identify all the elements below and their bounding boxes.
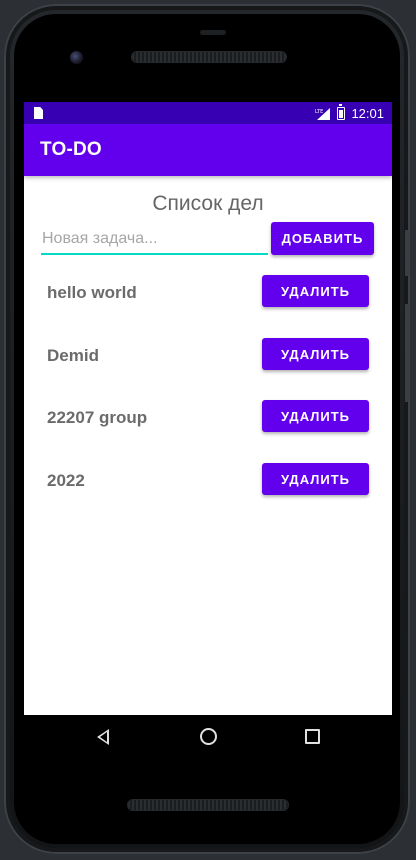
new-task-input[interactable] xyxy=(41,225,268,255)
status-bar: LTE 12:01 xyxy=(24,102,392,124)
status-icons: LTE 12:01 xyxy=(315,102,384,124)
delete-task-button[interactable]: УДАЛИТЬ xyxy=(262,338,369,370)
task-row: hello world УДАЛИТЬ xyxy=(24,275,392,315)
home-icon[interactable] xyxy=(200,728,217,745)
app-screen: LTE 12:01 TO-DO Список дел ДОБАВИТЬ hell… xyxy=(24,102,392,715)
lte-signal-icon: LTE xyxy=(315,106,331,120)
app-title: TO-DO xyxy=(40,139,102,160)
battery-icon xyxy=(337,103,346,120)
earpiece-slot xyxy=(200,30,226,35)
task-text: 22207 group xyxy=(47,408,148,427)
sim-card-icon xyxy=(34,107,43,119)
delete-task-button[interactable]: УДАЛИТЬ xyxy=(262,400,369,432)
power-button[interactable] xyxy=(405,230,410,276)
volume-rocker[interactable] xyxy=(405,304,410,402)
back-icon[interactable] xyxy=(97,729,109,745)
task-row: 22207 group УДАЛИТЬ xyxy=(24,400,392,440)
task-text: Demid xyxy=(47,346,99,365)
task-text: 2022 xyxy=(47,471,85,490)
task-text: hello world xyxy=(47,283,137,302)
recents-icon[interactable] xyxy=(305,729,320,744)
app-bar: TO-DO xyxy=(24,124,392,176)
task-row: 2022 УДАЛИТЬ xyxy=(24,463,392,503)
top-speaker-grille xyxy=(132,52,286,62)
bottom-speaker-grille xyxy=(128,800,288,810)
page-title: Список дел xyxy=(152,192,264,215)
navigation-bar xyxy=(24,715,392,760)
delete-task-button[interactable]: УДАЛИТЬ xyxy=(262,275,369,307)
clock: 12:01 xyxy=(351,105,384,121)
front-camera xyxy=(70,51,83,64)
svg-text:LTE: LTE xyxy=(315,109,323,115)
task-row: Demid УДАЛИТЬ xyxy=(24,338,392,378)
add-task-button[interactable]: ДОБАВИТЬ xyxy=(271,222,374,255)
delete-task-button[interactable]: УДАЛИТЬ xyxy=(262,463,369,495)
